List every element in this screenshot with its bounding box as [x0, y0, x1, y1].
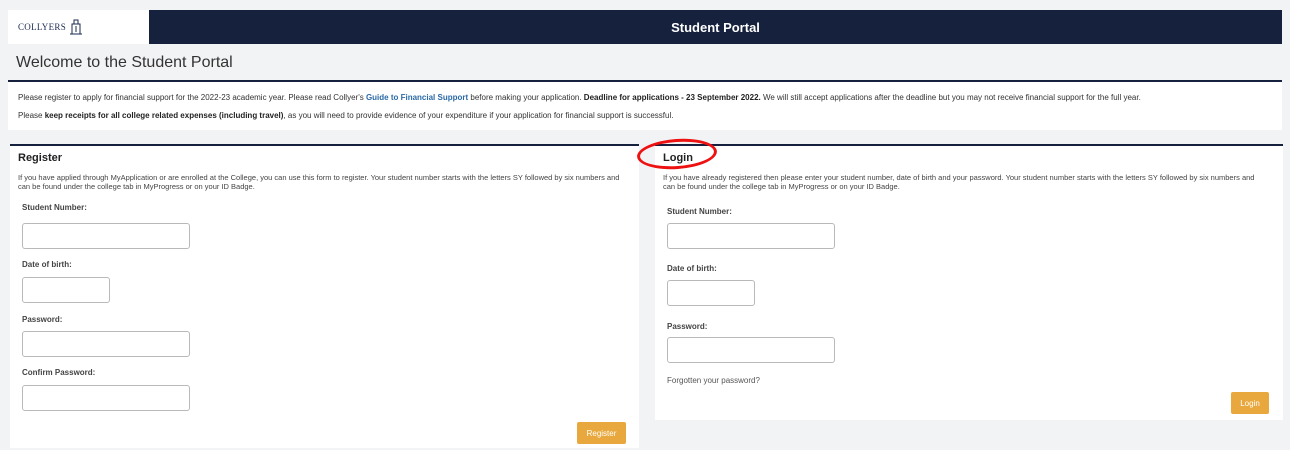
notice-box: Please register to apply for financial s…: [8, 80, 1282, 130]
notice-text: Please register to apply for financial s…: [18, 93, 366, 102]
login-title: Login: [663, 152, 693, 164]
register-confirm-password-label: Confirm Password:: [22, 368, 96, 377]
register-dob-label: Date of birth:: [22, 260, 72, 269]
register-button[interactable]: Register: [577, 422, 626, 444]
login-panel: Login If you have already registered the…: [655, 144, 1283, 420]
guide-financial-support-link[interactable]: Guide to Financial Support: [366, 93, 468, 102]
college-logo[interactable]: COLLYERS: [8, 10, 149, 44]
logo-text: COLLYERS: [18, 22, 67, 32]
login-student-number-label: Student Number:: [667, 207, 732, 216]
login-button[interactable]: Login: [1231, 392, 1269, 414]
register-dob-input[interactable]: [22, 277, 110, 303]
login-dob-input[interactable]: [667, 280, 755, 306]
register-panel: Register If you have applied through MyA…: [10, 144, 639, 448]
register-password-label: Password:: [22, 315, 63, 324]
page-title: Welcome to the Student Portal: [16, 54, 233, 71]
register-description: If you have applied through MyApplicatio…: [18, 173, 620, 191]
top-header-bar: COLLYERS Student Portal: [8, 10, 1282, 44]
register-password-input[interactable]: [22, 331, 190, 357]
login-password-label: Password:: [667, 322, 708, 331]
notice-line-2: Please keep receipts for all college rel…: [18, 107, 1272, 125]
register-confirm-password-input[interactable]: [22, 385, 190, 411]
register-student-number-label: Student Number:: [22, 203, 87, 212]
forgot-password-link[interactable]: Forgotten your password?: [667, 376, 760, 385]
portal-title: Student Portal: [671, 19, 760, 35]
notice-text: Please: [18, 111, 45, 120]
college-crest-icon: [70, 19, 83, 35]
notice-text: We will still accept applications after …: [760, 93, 1141, 102]
login-description: If you have already registered then plea…: [663, 173, 1255, 191]
deadline-text: Deadline for applications - 23 September…: [583, 93, 761, 102]
notice-line-1: Please register to apply for financial s…: [18, 89, 1272, 107]
login-student-number-input[interactable]: [667, 223, 835, 249]
notice-text: before making your application.: [468, 93, 584, 102]
register-title: Register: [18, 152, 63, 164]
login-password-input[interactable]: [667, 337, 835, 363]
receipts-text: keep receipts for all college related ex…: [44, 111, 284, 120]
login-dob-label: Date of birth:: [667, 264, 717, 273]
notice-text: , as you will need to provide evidence o…: [283, 111, 674, 120]
register-student-number-input[interactable]: [22, 223, 190, 249]
